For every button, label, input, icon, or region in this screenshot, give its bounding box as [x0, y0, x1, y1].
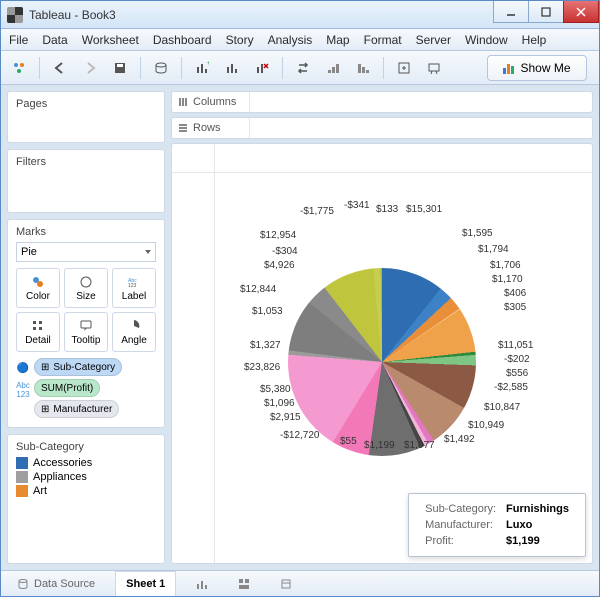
show-me-icon [503, 62, 514, 74]
rows-shelf[interactable]: Rows [171, 117, 593, 139]
pages-shelf[interactable]: Pages [7, 91, 165, 143]
pie-data-label: $1,706 [490, 260, 521, 271]
pie-data-label: $1,096 [264, 398, 295, 409]
menu-format[interactable]: Format [364, 33, 402, 47]
fit-icon[interactable] [392, 56, 416, 80]
mark-color-button[interactable]: Color [16, 268, 60, 308]
pie-data-label: $5,380 [260, 384, 291, 395]
mark-label-button[interactable]: Abc123Label [112, 268, 156, 308]
minimize-button[interactable] [493, 1, 529, 23]
pie-data-label: -$12,720 [280, 430, 319, 441]
menu-map[interactable]: Map [326, 33, 349, 47]
new-sheet-icon[interactable] [186, 571, 218, 596]
menu-help[interactable]: Help [522, 33, 547, 47]
bottom-tabs: Data Source Sheet 1 [1, 570, 599, 596]
menubar: File Data Worksheet Dashboard Story Anal… [1, 29, 599, 51]
clear-icon[interactable] [250, 56, 274, 80]
pill-subcategory[interactable]: ⊞ Sub-Category [34, 358, 122, 376]
menu-server[interactable]: Server [416, 33, 451, 47]
mark-type-select[interactable]: Pie [16, 242, 156, 262]
tab-datasource[interactable]: Data Source [7, 571, 105, 596]
mark-tooltip-button[interactable]: Tooltip [64, 312, 108, 352]
pie-data-label: $15,301 [406, 204, 442, 215]
new-story-icon[interactable] [270, 571, 302, 596]
menu-window[interactable]: Window [465, 33, 508, 47]
pie-data-label: -$202 [504, 354, 530, 365]
chevron-down-icon [145, 250, 151, 254]
new-dashboard-icon[interactable] [228, 571, 260, 596]
pie-data-label: $1,077 [404, 440, 435, 451]
menu-story[interactable]: Story [226, 33, 254, 47]
menu-worksheet[interactable]: Worksheet [82, 33, 139, 47]
pie-data-label: $4,926 [264, 260, 295, 271]
legend-item[interactable]: Appliances [16, 471, 156, 483]
svg-text:123: 123 [128, 283, 137, 289]
sort-asc-icon[interactable] [321, 56, 345, 80]
window-title: Tableau - Book3 [29, 8, 494, 22]
mark-size-button[interactable]: Size [64, 268, 108, 308]
menu-dashboard[interactable]: Dashboard [153, 33, 212, 47]
close-button[interactable] [563, 1, 599, 23]
pie-data-label: -$1,775 [300, 206, 334, 217]
viz-canvas[interactable]: $133 $15,301 -$341 -$1,775 $1,595 $12,954 $1,7… [171, 143, 593, 564]
pie-data-label: $23,826 [244, 362, 280, 373]
pie-data-label: $1,595 [462, 228, 493, 239]
forward-icon[interactable] [78, 56, 102, 80]
pie-data-label: $1,053 [252, 306, 283, 317]
pie-data-label: $406 [504, 288, 526, 299]
pie-data-label: $55 [340, 436, 357, 447]
back-icon[interactable] [48, 56, 72, 80]
toolbar: + Show Me [1, 51, 599, 85]
filters-shelf[interactable]: Filters [7, 149, 165, 213]
menu-file[interactable]: File [9, 33, 28, 47]
tab-sheet1[interactable]: Sheet 1 [115, 571, 176, 596]
pill-sum-profit[interactable]: SUM(Profit) [34, 379, 100, 397]
color-icon: 🔵 [16, 363, 30, 374]
menu-analysis[interactable]: Analysis [268, 33, 313, 47]
pie-data-label: $1,492 [444, 434, 475, 445]
legend-item[interactable]: Art [16, 485, 156, 497]
pie-data-label: $2,915 [270, 412, 301, 423]
legend-item[interactable]: Accessories [16, 457, 156, 469]
pie-data-label: $10,847 [484, 402, 520, 413]
pie-data-label: -$341 [344, 200, 370, 211]
label-icon: Abc123 [16, 381, 30, 399]
color-legend: Sub-Category AccessoriesAppliancesArt [7, 434, 165, 564]
app-icon [7, 7, 23, 23]
pie-data-label: $12,954 [260, 230, 296, 241]
pie-data-label: $305 [504, 302, 526, 313]
start-icon[interactable] [7, 56, 31, 80]
menu-data[interactable]: Data [42, 33, 67, 47]
pie-data-label: $1,199 [364, 440, 395, 451]
pie-data-label: $12,844 [240, 284, 276, 295]
titlebar: Tableau - Book3 [1, 1, 599, 29]
pie-data-label: $11,051 [498, 340, 533, 351]
pie-data-label: -$2,585 [494, 382, 528, 393]
svg-text:+: + [207, 61, 209, 67]
maximize-button[interactable] [528, 1, 564, 23]
presentation-icon[interactable] [422, 56, 446, 80]
pill-manufacturer[interactable]: ⊞ Manufacturer [34, 400, 119, 418]
pie-data-label: -$304 [272, 246, 298, 257]
pie-chart[interactable] [287, 267, 477, 457]
mark-angle-button[interactable]: Angle [112, 312, 156, 352]
mark-detail-button[interactable]: Detail [16, 312, 60, 352]
duplicate-icon[interactable] [220, 56, 244, 80]
tooltip: Sub-Category:Furnishings Manufacturer:Lu… [408, 493, 586, 557]
pie-data-label: $556 [506, 368, 528, 379]
pie-data-label: $1,794 [478, 244, 509, 255]
pie-data-label: $10,949 [468, 420, 504, 431]
save-icon[interactable] [108, 56, 132, 80]
datasource-icon[interactable] [149, 56, 173, 80]
new-worksheet-icon[interactable]: + [190, 56, 214, 80]
pie-data-label: $133 [376, 204, 398, 215]
pie-data-label: $1,170 [492, 274, 523, 285]
columns-shelf[interactable]: Columns [171, 91, 593, 113]
marks-card: Marks Pie Color Size Abc123Label Detail … [7, 219, 165, 428]
swap-icon[interactable] [291, 56, 315, 80]
show-me-button[interactable]: Show Me [487, 55, 587, 81]
pie-data-label: $1,327 [250, 340, 281, 351]
sort-desc-icon[interactable] [351, 56, 375, 80]
